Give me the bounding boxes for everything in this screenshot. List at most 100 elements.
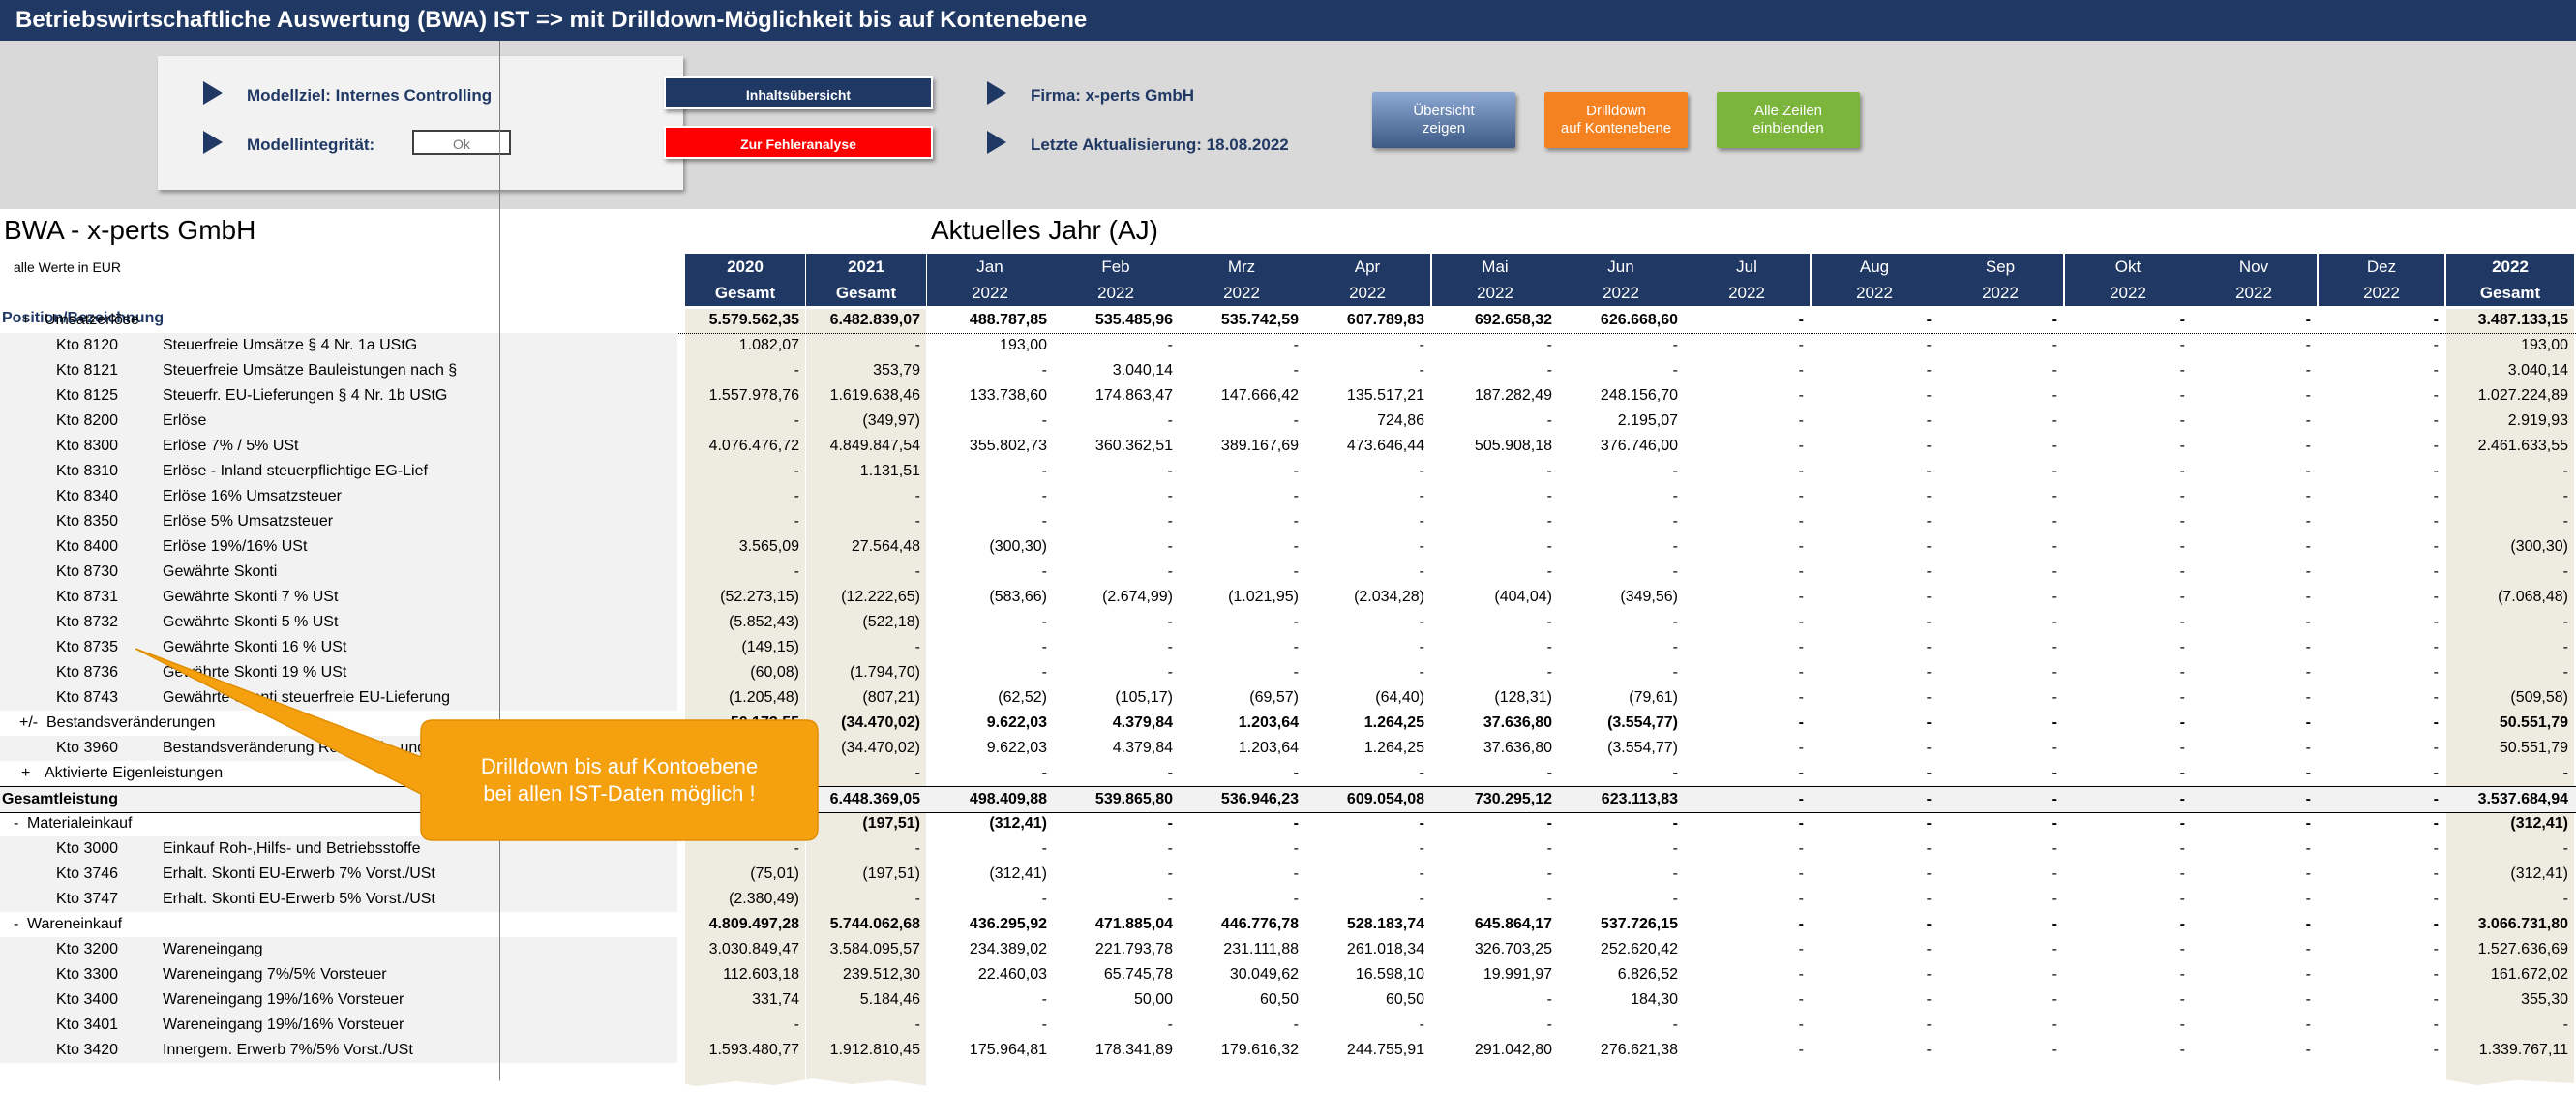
value-cell: - xyxy=(2052,689,2057,706)
account-row: Kto 8200 Erlöse - (349,97) - - - 724,86 - 2.195,0… xyxy=(0,409,2576,434)
value-cell: - xyxy=(1041,463,1047,479)
value-cell: - xyxy=(2052,740,2057,756)
value-cell: - xyxy=(2433,765,2439,781)
value-cell: - xyxy=(1546,614,1552,630)
column-header-bottom: 2022 xyxy=(1982,284,2019,302)
value-cell: - xyxy=(1293,563,1299,580)
column-header-bottom: 2022 xyxy=(2363,284,2400,302)
value-cell: - xyxy=(1546,815,1552,832)
value-cell: - xyxy=(2562,488,2568,504)
value-cell: - xyxy=(1926,1042,1932,1058)
expand-toggle[interactable]: +/- xyxy=(19,711,38,736)
value-cell: - xyxy=(1798,714,1804,731)
value-cell: - xyxy=(1926,337,1932,353)
column-header-bottom: 2022 xyxy=(2235,284,2272,302)
expand-toggle[interactable]: - xyxy=(14,811,18,836)
value-cell: (583,66) xyxy=(989,589,1047,605)
account-row: Kto 3420 Innergem. Erwerb 7%/5% Vorst./US… xyxy=(0,1038,2576,1063)
value-cell: (312,41) xyxy=(2510,815,2568,832)
account-label: Gewährte Skonti xyxy=(163,563,278,580)
alle-zeilen-einblenden-button[interactable]: Alle Zeilen einblenden xyxy=(1717,92,1860,148)
account-row: Kto 8300 Erlöse 7% / 5% USt 4.076.476,72 4.… xyxy=(0,434,2576,459)
value-cell: 331,74 xyxy=(752,991,799,1008)
inhaltsuebersicht-button[interactable]: Inhaltsübersicht xyxy=(664,76,933,109)
value-cell: - xyxy=(2305,387,2311,404)
value-cell: - xyxy=(1293,513,1299,530)
account-row: Kto 8400 Erlöse 19%/16% USt 3.565,09 27.564… xyxy=(0,534,2576,560)
account-row: Kto 8730 Gewährte Skonti - - - - - - - - - - - - - - - xyxy=(0,560,2576,585)
value-cell: - xyxy=(1419,765,1424,781)
value-cell: - xyxy=(1167,513,1173,530)
value-cell: - xyxy=(1672,865,1678,882)
account-number: Kto 8310 xyxy=(56,463,119,479)
value-cell: - xyxy=(2305,941,2311,957)
value-cell: - xyxy=(1798,664,1804,681)
fehleranalyse-button[interactable]: Zur Fehleranalyse xyxy=(664,126,933,159)
value-cell: 1.339.767,11 xyxy=(2478,1042,2568,1058)
value-cell: 50.551,79 xyxy=(2499,714,2568,731)
value-cell: 37.636,80 xyxy=(1483,714,1552,731)
value-cell: (60,08) xyxy=(750,664,799,681)
value-cell: - xyxy=(2052,966,2057,983)
value-cell: - xyxy=(1546,840,1552,857)
value-cell: - xyxy=(1293,412,1299,429)
value-cell: - xyxy=(1926,387,1932,404)
model-info-box: Modellziel: Internes Controlling Modelli… xyxy=(158,56,683,190)
value-cell: 261.018,34 xyxy=(1346,941,1424,957)
column-header: Mai 2022 xyxy=(1432,254,1558,306)
value-cell: 360.362,51 xyxy=(1094,438,1173,454)
value-cell: - xyxy=(1798,815,1804,832)
account-number: Kto 3747 xyxy=(56,891,119,907)
value-cell: - xyxy=(1672,1017,1678,1033)
value-cell: - xyxy=(1041,614,1047,630)
value-cell: (2.034,28) xyxy=(1354,589,1424,605)
column-header-top: Jul xyxy=(1736,258,1757,276)
value-cell: - xyxy=(2179,740,2185,756)
value-cell: (404,04) xyxy=(1494,589,1552,605)
value-cell: - xyxy=(1293,865,1299,882)
value-cell: 626.668,60 xyxy=(1600,312,1678,328)
value-cell: - xyxy=(2179,488,2185,504)
drilldown-kontenebene-button[interactable]: Drilldown auf Kontenebene xyxy=(1544,92,1688,148)
value-cell: - xyxy=(1041,991,1047,1008)
value-cell: 1.557.978,76 xyxy=(708,387,799,404)
account-label: Gewährte Skonti 5 % USt xyxy=(163,614,339,630)
firma-label: Firma: x-perts GmbH xyxy=(1031,86,1195,105)
expand-toggle[interactable]: - xyxy=(14,912,18,937)
value-cell: - xyxy=(2179,865,2185,882)
column-header: Sep 2022 xyxy=(1937,254,2063,306)
expand-toggle[interactable]: + xyxy=(21,308,30,333)
value-cell: 193,00 xyxy=(1000,337,1047,353)
value-cell: - xyxy=(1926,412,1932,429)
value-cell: - xyxy=(2433,1017,2439,1033)
value-cell: - xyxy=(1293,538,1299,555)
group-row[interactable]: - Wareneinkauf 4.809.497,28 5.744.062,68 436… xyxy=(0,912,2576,937)
value-cell: - xyxy=(2179,463,2185,479)
value-cell: (3.554,77) xyxy=(1607,714,1678,731)
value-cell: - xyxy=(1167,1017,1173,1033)
column-header: Apr 2022 xyxy=(1304,254,1430,306)
value-cell: (807,21) xyxy=(862,689,920,706)
column-header-top: Okt xyxy=(2114,258,2142,276)
value-cell: 60,50 xyxy=(1259,991,1299,1008)
uebersicht-zeigen-button[interactable]: Übersicht zeigen xyxy=(1372,92,1515,148)
expand-toggle[interactable]: + xyxy=(21,761,30,786)
account-label: Erlöse 7% / 5% USt xyxy=(163,438,299,454)
group-row[interactable]: + Umsatzerlöse 5.579.562,35 6.482.839,07 488… xyxy=(0,308,2576,334)
value-cell: (1.205,48) xyxy=(729,689,799,706)
value-cell: 175.964,81 xyxy=(969,1042,1047,1058)
value-cell: 537.726,15 xyxy=(1600,916,1678,932)
value-cell: - xyxy=(1167,865,1173,882)
value-cell: 50,00 xyxy=(1133,991,1173,1008)
value-cell: - xyxy=(2052,1017,2057,1033)
value-cell: - xyxy=(794,412,799,429)
play-triangle-icon xyxy=(203,81,223,105)
account-number: Kto 8732 xyxy=(56,614,119,630)
value-cell: 9.622,03 xyxy=(986,714,1047,731)
value-cell: - xyxy=(2305,840,2311,857)
value-cell: 692.658,32 xyxy=(1474,312,1552,328)
value-cell: - xyxy=(2305,362,2311,379)
value-cell: - xyxy=(1672,639,1678,655)
value-cell: - xyxy=(1041,488,1047,504)
value-cell: - xyxy=(2179,689,2185,706)
